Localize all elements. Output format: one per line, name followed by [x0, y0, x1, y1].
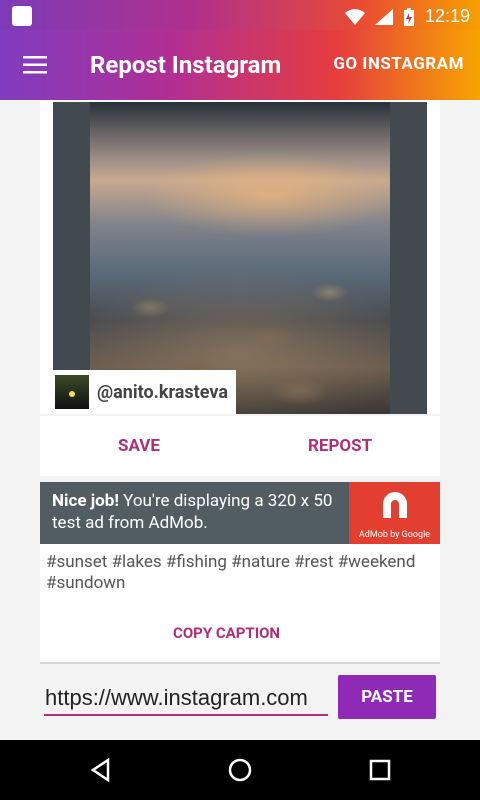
- post-actions: SAVE REPOST: [40, 416, 440, 476]
- user-tag: @anito.krasteva: [53, 370, 236, 414]
- signal-icon: [374, 8, 393, 25]
- divider: [40, 662, 440, 664]
- paste-button[interactable]: PASTE: [338, 675, 436, 719]
- back-icon[interactable]: [88, 757, 114, 783]
- ad-strong-text: Nice job!: [52, 491, 119, 511]
- repost-button[interactable]: REPOST: [308, 416, 372, 476]
- avatar: [55, 375, 89, 409]
- caption-text: #sunset #lakes #fishing #nature #rest #w…: [46, 552, 416, 593]
- ad-banner[interactable]: Nice job! You're displaying a 320 x 50 t…: [40, 482, 440, 544]
- admob-icon: [383, 492, 407, 518]
- go-instagram-button[interactable]: GO INSTAGRAM: [333, 54, 464, 74]
- battery-icon: [403, 7, 414, 26]
- home-icon[interactable]: [227, 757, 253, 783]
- url-input[interactable]: [45, 682, 328, 714]
- ad-text: Nice job! You're displaying a 320 x 50 t…: [40, 482, 349, 544]
- admob-logo: AdMob by Google: [349, 482, 440, 544]
- navigation-bar: [0, 740, 480, 800]
- status-icons: 12:19: [344, 6, 470, 27]
- menu-icon: [23, 56, 47, 74]
- copy-caption-button[interactable]: COPY CAPTION: [173, 624, 280, 642]
- menu-button[interactable]: [0, 30, 70, 100]
- clock: 12:19: [424, 6, 470, 26]
- caption-card: #sunset #lakes #fishing #nature #rest #w…: [40, 544, 440, 662]
- save-button[interactable]: SAVE: [118, 416, 160, 476]
- admob-brand: AdMob by Google: [358, 530, 431, 540]
- wifi-icon: [344, 8, 365, 25]
- app-bar: Repost Instagram GO INSTAGRAM: [0, 30, 480, 100]
- status-bar: 12:19: [0, 0, 480, 30]
- app-title: Repost Instagram: [90, 51, 282, 79]
- post-card: @anito.krasteva: [40, 100, 440, 414]
- recents-icon[interactable]: [367, 757, 393, 783]
- username: @anito.krasteva: [97, 381, 228, 403]
- input-underline: [44, 714, 328, 716]
- notification-icon: [12, 6, 32, 26]
- post-image-frame: [53, 102, 427, 414]
